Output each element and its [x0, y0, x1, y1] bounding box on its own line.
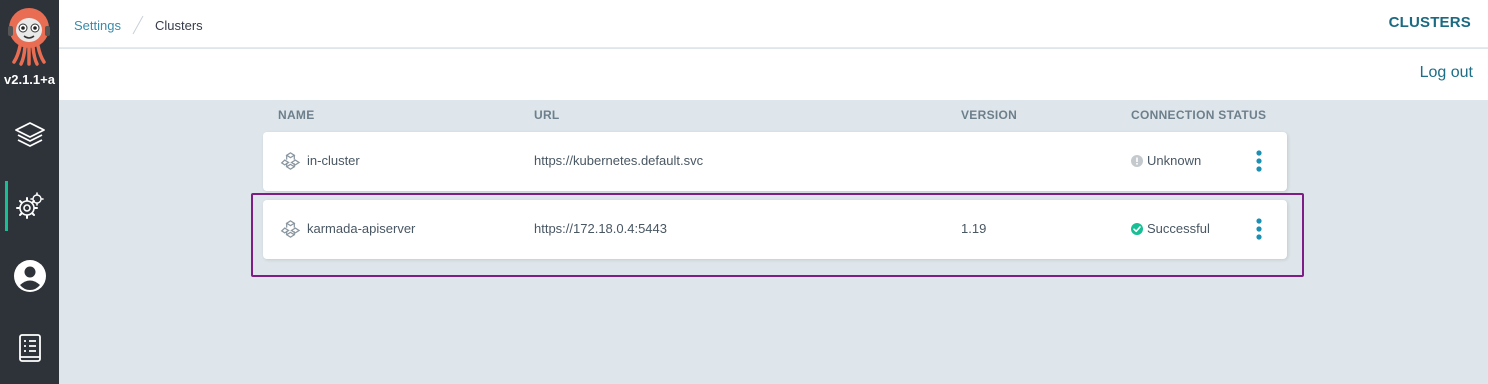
row-actions-menu-icon[interactable]: [1255, 150, 1263, 172]
page-title: CLUSTERS: [1388, 14, 1471, 31]
check-circle-icon: [1131, 222, 1143, 235]
sidebar: v2.1.1+a: [0, 0, 59, 384]
cluster-url: https://kubernetes.default.svc: [534, 153, 704, 168]
toolbar: Log out: [59, 49, 1488, 100]
logout-link[interactable]: Log out: [1420, 64, 1473, 82]
cluster-url: https://172.18.0.4:5443: [534, 221, 667, 236]
column-header-version: VERSION: [961, 108, 1018, 122]
breadcrumb-settings-link[interactable]: Settings: [74, 18, 121, 33]
table-row[interactable]: karmada-apiserver https://172.18.0.4:544…: [263, 200, 1287, 259]
cluster-name[interactable]: in-cluster: [307, 153, 360, 168]
table-row[interactable]: in-cluster https://kubernetes.default.sv…: [263, 132, 1287, 191]
row-actions-menu-icon[interactable]: [1255, 218, 1263, 240]
breadcrumb: Settings Clusters: [74, 15, 203, 35]
top-bar: Settings Clusters CLUSTERS: [59, 0, 1488, 48]
user-icon: [13, 260, 46, 292]
breadcrumb-separator-icon: [132, 15, 144, 35]
column-header-status: CONNECTION STATUS: [1131, 108, 1267, 122]
cluster-icon: [280, 152, 301, 170]
docs-icon: [18, 334, 41, 362]
column-header-name: NAME: [278, 108, 315, 122]
cluster-version: 1.19: [961, 221, 987, 236]
sidebar-item-user[interactable]: [0, 250, 59, 302]
logo-area: v2.1.1+a: [0, 0, 59, 90]
version-label: v2.1.1+a: [4, 72, 55, 87]
sidebar-item-settings[interactable]: [0, 180, 59, 232]
layers-icon: [14, 122, 45, 147]
connection-status-label: Unknown: [1147, 153, 1202, 168]
column-header-url: URL: [534, 108, 560, 122]
unknown-icon: [1131, 154, 1143, 167]
sidebar-item-docs[interactable]: [0, 322, 59, 374]
gear-icon: [15, 192, 44, 219]
connection-status-label: Successful: [1147, 221, 1210, 236]
breadcrumb-current: Clusters: [154, 17, 203, 33]
connection-status: Successful: [1131, 221, 1210, 236]
table-header: NAME URL VERSION CONNECTION STATUS: [0, 108, 1488, 122]
argo-logo-icon[interactable]: [6, 6, 52, 66]
connection-status: Unknown: [1131, 153, 1201, 168]
cluster-icon: [280, 220, 301, 238]
cluster-name[interactable]: karmada-apiserver: [307, 221, 415, 236]
